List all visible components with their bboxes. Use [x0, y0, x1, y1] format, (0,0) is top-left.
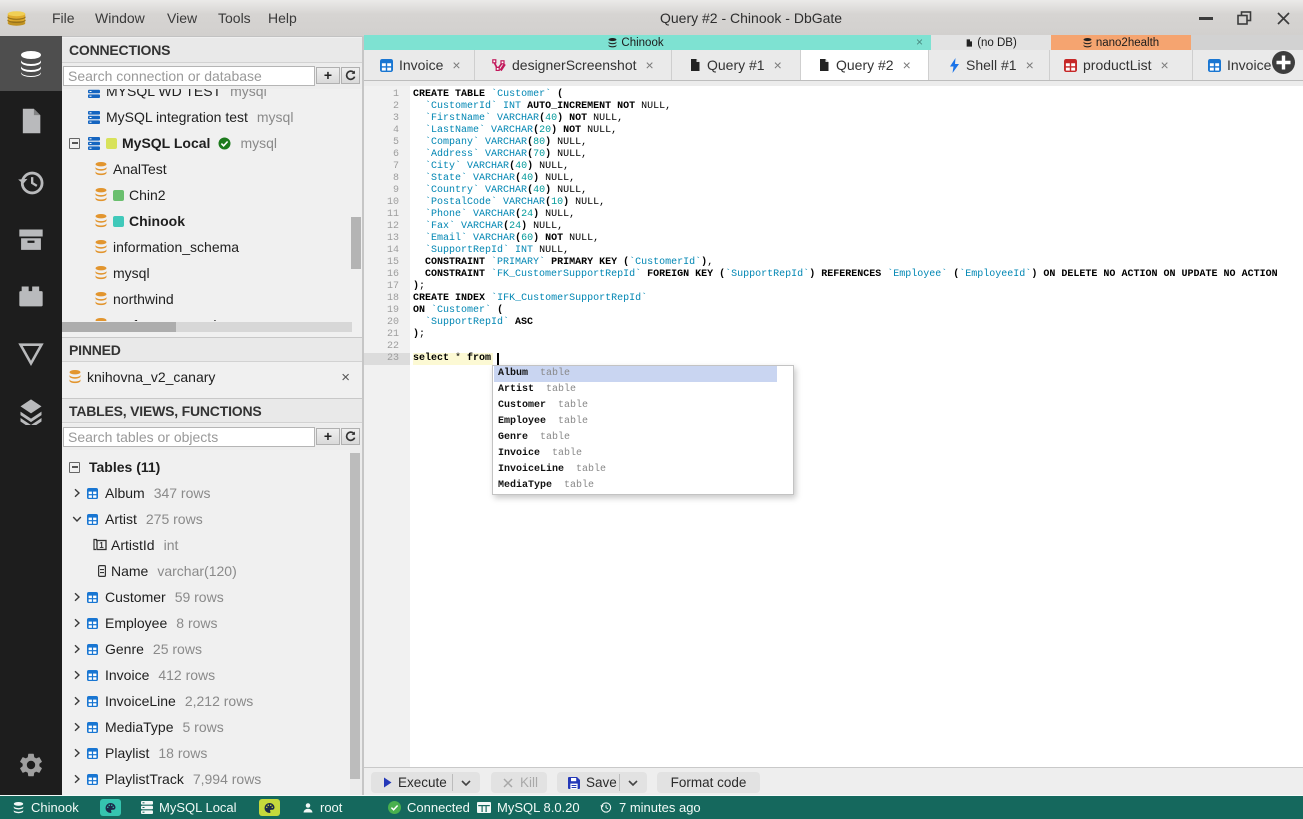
svg-text:1: 1: [99, 541, 104, 550]
